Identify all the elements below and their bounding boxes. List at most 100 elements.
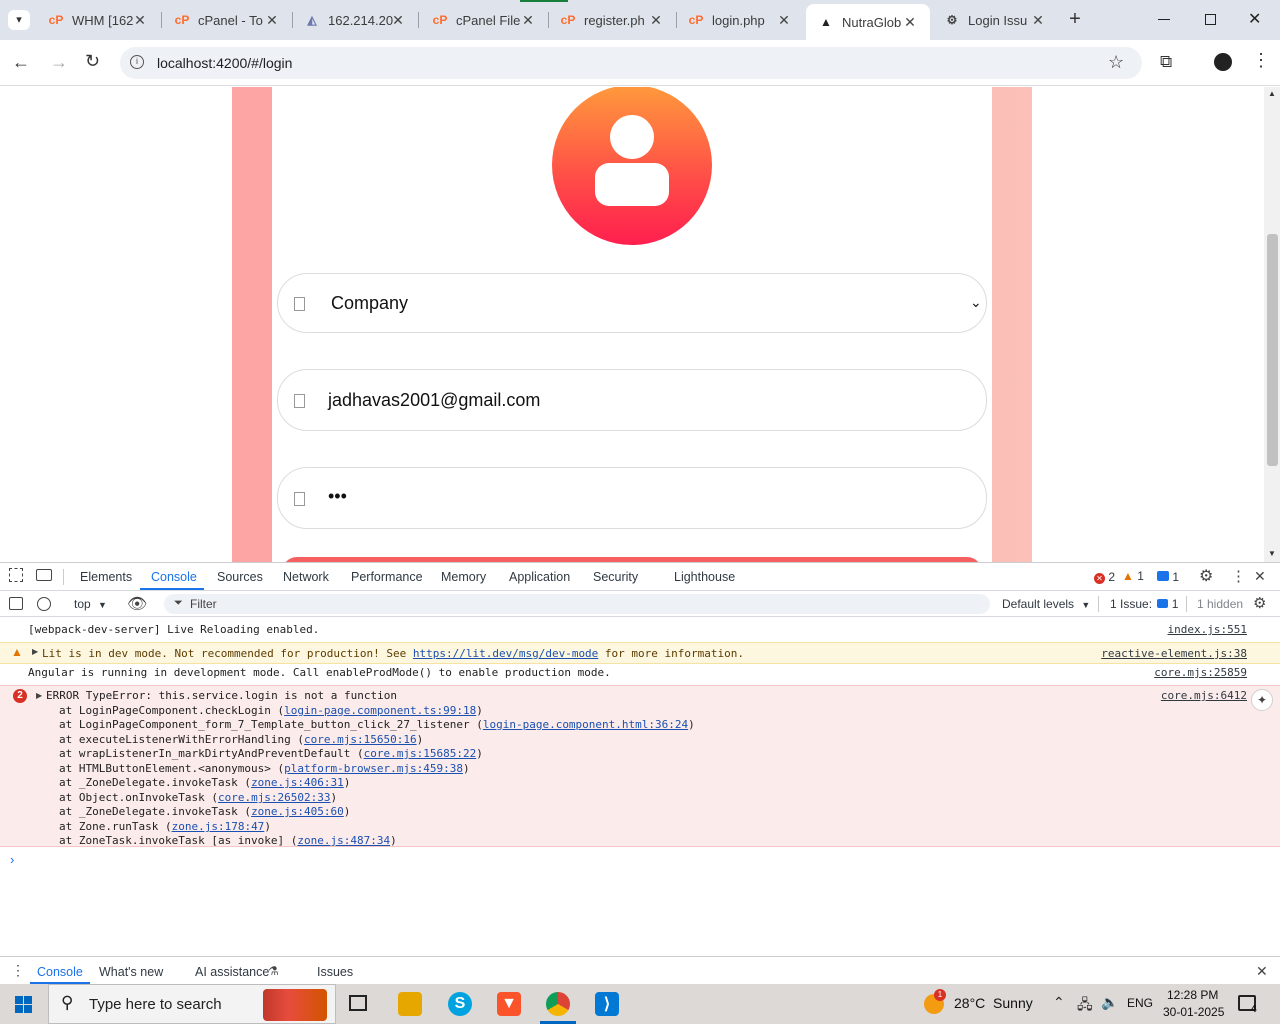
close-window-icon[interactable]: ✕ <box>1248 9 1261 29</box>
source-link[interactable]: reactive-element.js:38 <box>1101 647 1247 660</box>
language-indicator[interactable]: ENG <box>1127 996 1153 1010</box>
error-count-badge[interactable]: ✕ 2 <box>1094 570 1115 584</box>
vscode-icon[interactable]: ⟩ <box>595 992 619 1016</box>
inspect-element-icon[interactable] <box>9 568 23 582</box>
back-arrow-icon[interactable]: ← <box>12 52 30 73</box>
lit-dev-mode-link[interactable]: https://lit.dev/msg/dev-mode <box>413 647 598 660</box>
context-selector[interactable]: top ▼ <box>74 597 107 611</box>
scrollbar-thumb[interactable] <box>1267 234 1278 466</box>
clock-time[interactable]: 12:28 PM <box>1167 988 1218 1002</box>
issues-count-badge[interactable]: 1 <box>1157 570 1179 584</box>
browser-tab[interactable]: cP cPanel File ✕ <box>420 6 548 34</box>
weather-text[interactable]: 28°C Sunny <box>954 995 1033 1011</box>
site-info-icon[interactable]: i <box>130 55 144 69</box>
settings-gear-icon[interactable]: ⚙ <box>1199 566 1213 586</box>
scroll-down-arrow-icon[interactable]: ▼ <box>1268 549 1276 558</box>
warning-count-badge[interactable]: ▲ 1 <box>1122 569 1144 583</box>
browser-tab[interactable]: cP cPanel - To ✕ <box>162 6 292 34</box>
profile-avatar[interactable] <box>1214 53 1232 71</box>
close-tab-icon[interactable]: ✕ <box>390 12 406 28</box>
drawer-tab-issues[interactable]: Issues <box>317 965 353 979</box>
drawer-menu-icon[interactable]: ⋮ <box>11 962 25 979</box>
taskbar-search-box[interactable]: ⚲ Type here to search <box>48 984 336 1024</box>
new-tab-button[interactable]: + <box>1064 8 1086 30</box>
close-tab-icon[interactable]: ✕ <box>902 14 918 30</box>
close-devtools-icon[interactable]: ✕ <box>1254 568 1266 585</box>
close-tab-icon[interactable]: ✕ <box>520 12 536 28</box>
browser-tab[interactable]: cP WHM [162 ✕ <box>36 6 160 34</box>
password-field[interactable]: ••• <box>277 467 987 529</box>
tab-lighthouse[interactable]: Lighthouse <box>674 570 735 584</box>
source-link[interactable]: core.mjs:6412 <box>1161 689 1247 702</box>
tab-search-button[interactable]: ▾ <box>8 10 30 30</box>
drawer-tab-ai-assistance[interactable]: AI assistance <box>195 965 269 979</box>
scroll-up-arrow-icon[interactable]: ▲ <box>1268 89 1276 98</box>
clear-console-icon[interactable] <box>37 597 51 611</box>
browser-menu-icon[interactable]: ⋮ <box>1252 50 1270 71</box>
restore-icon[interactable] <box>1205 14 1216 25</box>
close-tab-icon[interactable]: ✕ <box>1030 12 1046 28</box>
extensions-icon[interactable]: ⧉ <box>1160 52 1172 72</box>
reload-icon[interactable]: ↻ <box>85 51 100 72</box>
console-filter-input[interactable]: ⏷ Filter <box>164 594 990 614</box>
browser-tab[interactable]: ◭ 162.214.20 ✕ <box>292 6 418 34</box>
tab-performance[interactable]: Performance <box>351 570 423 584</box>
close-tab-icon[interactable]: ✕ <box>776 12 792 28</box>
tab-sources[interactable]: Sources <box>217 570 263 584</box>
network-icon[interactable]: 🖧 <box>1077 994 1093 1018</box>
stack-link[interactable]: core.mjs:15685:22 <box>364 747 477 760</box>
company-select[interactable]: Company ⌄ <box>277 273 987 333</box>
browser-tab[interactable]: cP login.php ✕ <box>676 6 804 34</box>
tray-chevron-icon[interactable]: ⌃ <box>1053 994 1065 1011</box>
browser-tab[interactable]: ⚙ Login Issu ✕ <box>932 6 1058 34</box>
source-link[interactable]: index.js:551 <box>1168 623 1247 636</box>
stack-link[interactable]: platform-browser.mjs:459:38 <box>284 762 463 775</box>
stack-link[interactable]: login-page.component.ts:99:18 <box>284 704 476 717</box>
expand-arrow-icon[interactable]: ▶ <box>32 647 38 656</box>
tab-network[interactable]: Network <box>283 570 329 584</box>
log-levels-dropdown[interactable]: Default levels ▼ <box>1002 597 1090 611</box>
brave-icon[interactable]: ▼ <box>497 992 521 1016</box>
stack-link[interactable]: core.mjs:15650:16 <box>304 733 417 746</box>
close-tab-icon[interactable]: ✕ <box>648 12 664 28</box>
drawer-tab-whats-new[interactable]: What's new <box>99 965 163 979</box>
bookmark-star-icon[interactable]: ☆ <box>1108 52 1124 73</box>
tab-application[interactable]: Application <box>509 570 570 584</box>
close-tab-icon[interactable]: ✕ <box>132 12 148 28</box>
browser-tab[interactable]: cP register.ph ✕ <box>548 6 676 34</box>
expand-arrow-icon[interactable]: ▶ <box>36 691 42 700</box>
console-prompt[interactable]: › <box>0 852 1280 870</box>
tab-security[interactable]: Security <box>593 570 638 584</box>
close-drawer-icon[interactable]: ✕ <box>1256 963 1268 980</box>
more-options-icon[interactable]: ⋮ <box>1231 567 1246 585</box>
issues-link[interactable]: 1 Issue: 1 <box>1110 597 1178 611</box>
browser-tab-active[interactable]: ▲ NutraGlob ✕ <box>806 4 930 40</box>
address-bar[interactable]: i localhost:4200/#/login ☆ <box>120 47 1142 79</box>
stack-link[interactable]: zone.js:178:47 <box>172 820 265 833</box>
stack-link[interactable]: core.mjs:26502:33 <box>218 791 331 804</box>
drawer-tab-console[interactable]: Console <box>37 965 83 979</box>
page-scrollbar[interactable]: ▲ ▼ <box>1264 87 1280 562</box>
volume-icon[interactable]: 🔈 <box>1101 994 1118 1011</box>
stack-link[interactable]: login-page.component.html:36:24 <box>483 718 688 731</box>
minimize-icon[interactable] <box>1158 19 1170 20</box>
chrome-icon[interactable] <box>546 992 570 1016</box>
tab-memory[interactable]: Memory <box>441 570 486 584</box>
source-link[interactable]: core.mjs:25859 <box>1154 666 1247 679</box>
skype-icon[interactable]: S <box>448 992 472 1016</box>
windows-start-icon[interactable] <box>15 996 33 1014</box>
close-tab-icon[interactable]: ✕ <box>264 12 280 28</box>
email-field[interactable]: jadhavas2001@gmail.com <box>277 369 987 431</box>
tab-elements[interactable]: Elements <box>80 570 132 584</box>
clock-date[interactable]: 30-01-2025 <box>1163 1005 1224 1019</box>
forward-arrow-icon[interactable]: → <box>50 52 68 73</box>
live-expression-eye-icon[interactable]: 👁 <box>127 594 147 614</box>
ai-insight-icon[interactable]: ✦ <box>1251 689 1273 711</box>
device-toolbar-icon[interactable] <box>36 569 52 581</box>
stack-link[interactable]: zone.js:487:34 <box>297 834 390 847</box>
sidebar-toggle-icon[interactable] <box>9 597 23 610</box>
tab-console[interactable]: Console <box>151 570 197 584</box>
stack-link[interactable]: zone.js:406:31 <box>251 776 344 789</box>
stack-link[interactable]: zone.js:405:60 <box>251 805 344 818</box>
task-view-icon[interactable] <box>349 995 367 1011</box>
